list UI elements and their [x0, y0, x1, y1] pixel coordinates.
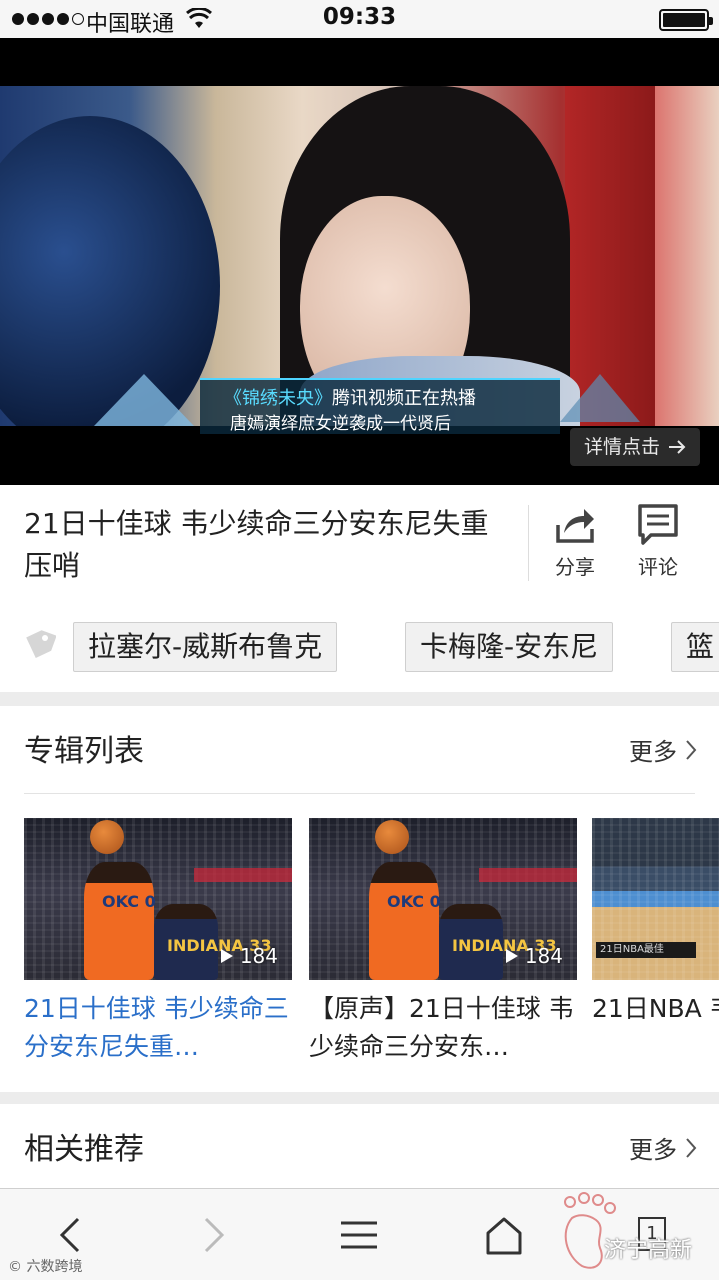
- more-label: 更多: [629, 738, 677, 766]
- album-card-title: 21日十佳球 韦少续命三分安东尼失重…: [24, 994, 289, 1061]
- share-label: 分享: [555, 555, 595, 579]
- related-section-header: 相关推荐 更多: [0, 1104, 719, 1190]
- detail-button[interactable]: 详情点击: [569, 428, 700, 466]
- album-card[interactable]: OKC 0 INDIANA 33 184 【原声】21日十佳球 韦少续命三分安东…: [309, 818, 577, 1066]
- section-title: 相关推荐: [24, 1132, 144, 1167]
- tag-icon: [26, 630, 56, 658]
- jersey-text: OKC 0: [102, 892, 156, 911]
- play-count-badge: 184: [505, 944, 563, 968]
- video-thumbnail: OKC 0 INDIANA 33 184: [24, 818, 292, 980]
- banner-subtitle: 唐嫣演绎庶女逆袭成一代贤后: [230, 414, 451, 434]
- more-link[interactable]: 更多: [629, 732, 697, 767]
- play-icon: [220, 949, 233, 963]
- battery-icon: [659, 9, 713, 31]
- album-card[interactable]: 21日NBA最佳 21日NBA 韦少神兵: [592, 818, 719, 1066]
- section-gap: [0, 692, 719, 706]
- tag-chip[interactable]: 篮: [671, 622, 719, 672]
- video-thumbnail: OKC 0 INDIANA 33 184: [309, 818, 577, 980]
- tag-chip[interactable]: 拉塞尔-威斯布鲁克: [73, 622, 338, 672]
- back-arrow-icon[interactable]: [48, 1211, 96, 1259]
- divider: [528, 505, 529, 581]
- album-card-title: 21日NBA 韦少神兵: [592, 994, 719, 1023]
- status-bar: 中国联通 09:33: [0, 0, 719, 38]
- album-section-header: 专辑列表 更多: [0, 706, 719, 794]
- chevron-right-icon: [686, 1137, 697, 1158]
- comment-icon: [638, 504, 678, 545]
- video-thumbnail: 21日NBA最佳: [592, 818, 719, 980]
- play-count: 184: [239, 944, 278, 968]
- more-label: 更多: [629, 1136, 677, 1164]
- comment-label: 评论: [638, 555, 678, 579]
- watermark-right: 济宁高新: [604, 1238, 693, 1263]
- menu-icon[interactable]: [335, 1211, 383, 1259]
- play-count-badge: 184: [220, 944, 278, 968]
- video-info-row: 21日十佳球 韦少续命三分安东尼失重压哨 分享 评论: [0, 485, 719, 600]
- home-icon[interactable]: [480, 1211, 528, 1259]
- more-link[interactable]: 更多: [629, 1130, 697, 1165]
- arrow-right-icon: [669, 440, 686, 454]
- jersey-text: OKC 0: [387, 892, 441, 911]
- watermark-left: © 六数跨境: [8, 1259, 83, 1275]
- album-list: OKC 0 INDIANA 33 184 21日十佳球 韦少续命三分安东尼失重……: [0, 818, 719, 1092]
- status-time: 09:33: [322, 4, 397, 30]
- share-button[interactable]: 分享: [540, 503, 610, 580]
- banner-show-status: 腾讯视频正在热播: [332, 388, 476, 409]
- play-count: 184: [524, 944, 563, 968]
- video-title: 21日十佳球 韦少续命三分安东尼失重压哨: [24, 507, 489, 582]
- forward-arrow-icon[interactable]: [188, 1211, 236, 1259]
- video-player[interactable]: 《锦绣未央》腾讯视频正在热播 唐嫣演绎庶女逆袭成一代贤后 详情点击: [0, 38, 719, 485]
- chevron-right-icon: [686, 739, 697, 760]
- banner-show-title: 《锦绣未央》: [224, 388, 332, 409]
- share-icon: [556, 509, 594, 543]
- tag-chip[interactable]: 卡梅隆-安东尼: [405, 622, 614, 672]
- section-title: 专辑列表: [24, 734, 144, 769]
- album-card-title: 【原声】21日十佳球 韦少续命三分安东…: [309, 994, 574, 1061]
- play-icon: [505, 949, 518, 963]
- comment-button[interactable]: 评论: [623, 503, 693, 580]
- promo-banner: 《锦绣未央》腾讯视频正在热播 唐嫣演绎庶女逆袭成一代贤后: [200, 378, 560, 434]
- score-overlay: 21日NBA最佳: [596, 942, 696, 958]
- divider: [24, 793, 695, 794]
- tags-row: 拉塞尔-威斯布鲁克 卡梅隆-安东尼 篮: [0, 600, 719, 692]
- crystal-decoration-icon: [94, 374, 194, 426]
- crystal-decoration-icon: [560, 374, 640, 422]
- detail-button-label: 详情点击: [583, 436, 660, 458]
- section-gap: [0, 1092, 719, 1104]
- album-card[interactable]: OKC 0 INDIANA 33 184 21日十佳球 韦少续命三分安东尼失重…: [24, 818, 292, 1066]
